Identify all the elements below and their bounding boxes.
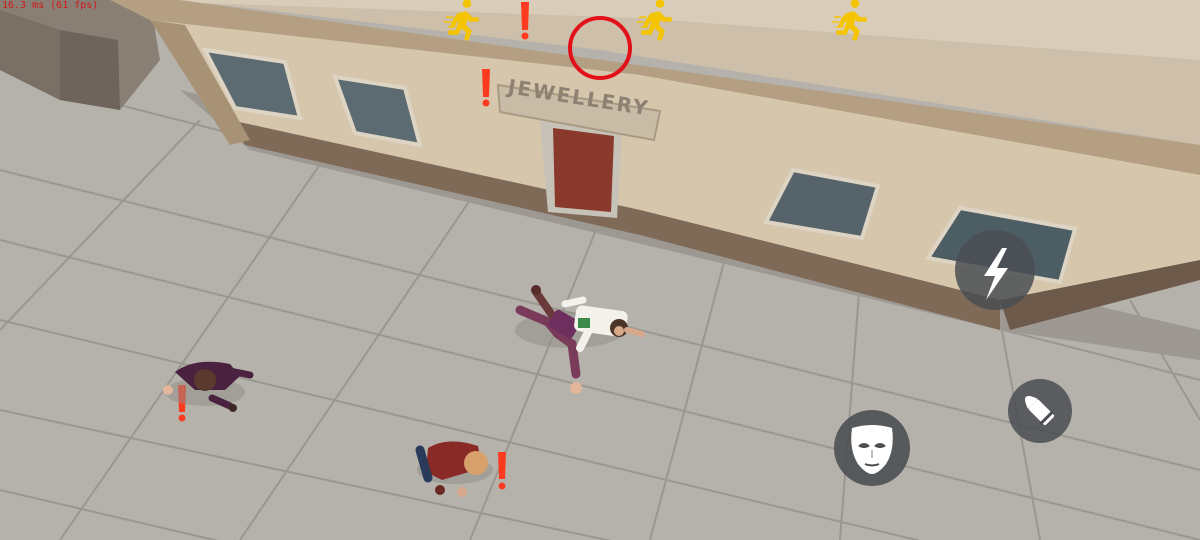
frame-time-readout: 16.3 ms (61 fps) bbox=[2, 0, 99, 11]
game-viewport[interactable]: JEWELLERY 16.3 ms (61 fps) bbox=[0, 0, 1200, 540]
game-scene[interactable]: JEWELLERY bbox=[0, 0, 1200, 540]
disguise-button[interactable] bbox=[834, 410, 910, 486]
ammo-button[interactable] bbox=[1008, 379, 1072, 443]
sprint-button[interactable] bbox=[955, 230, 1035, 310]
